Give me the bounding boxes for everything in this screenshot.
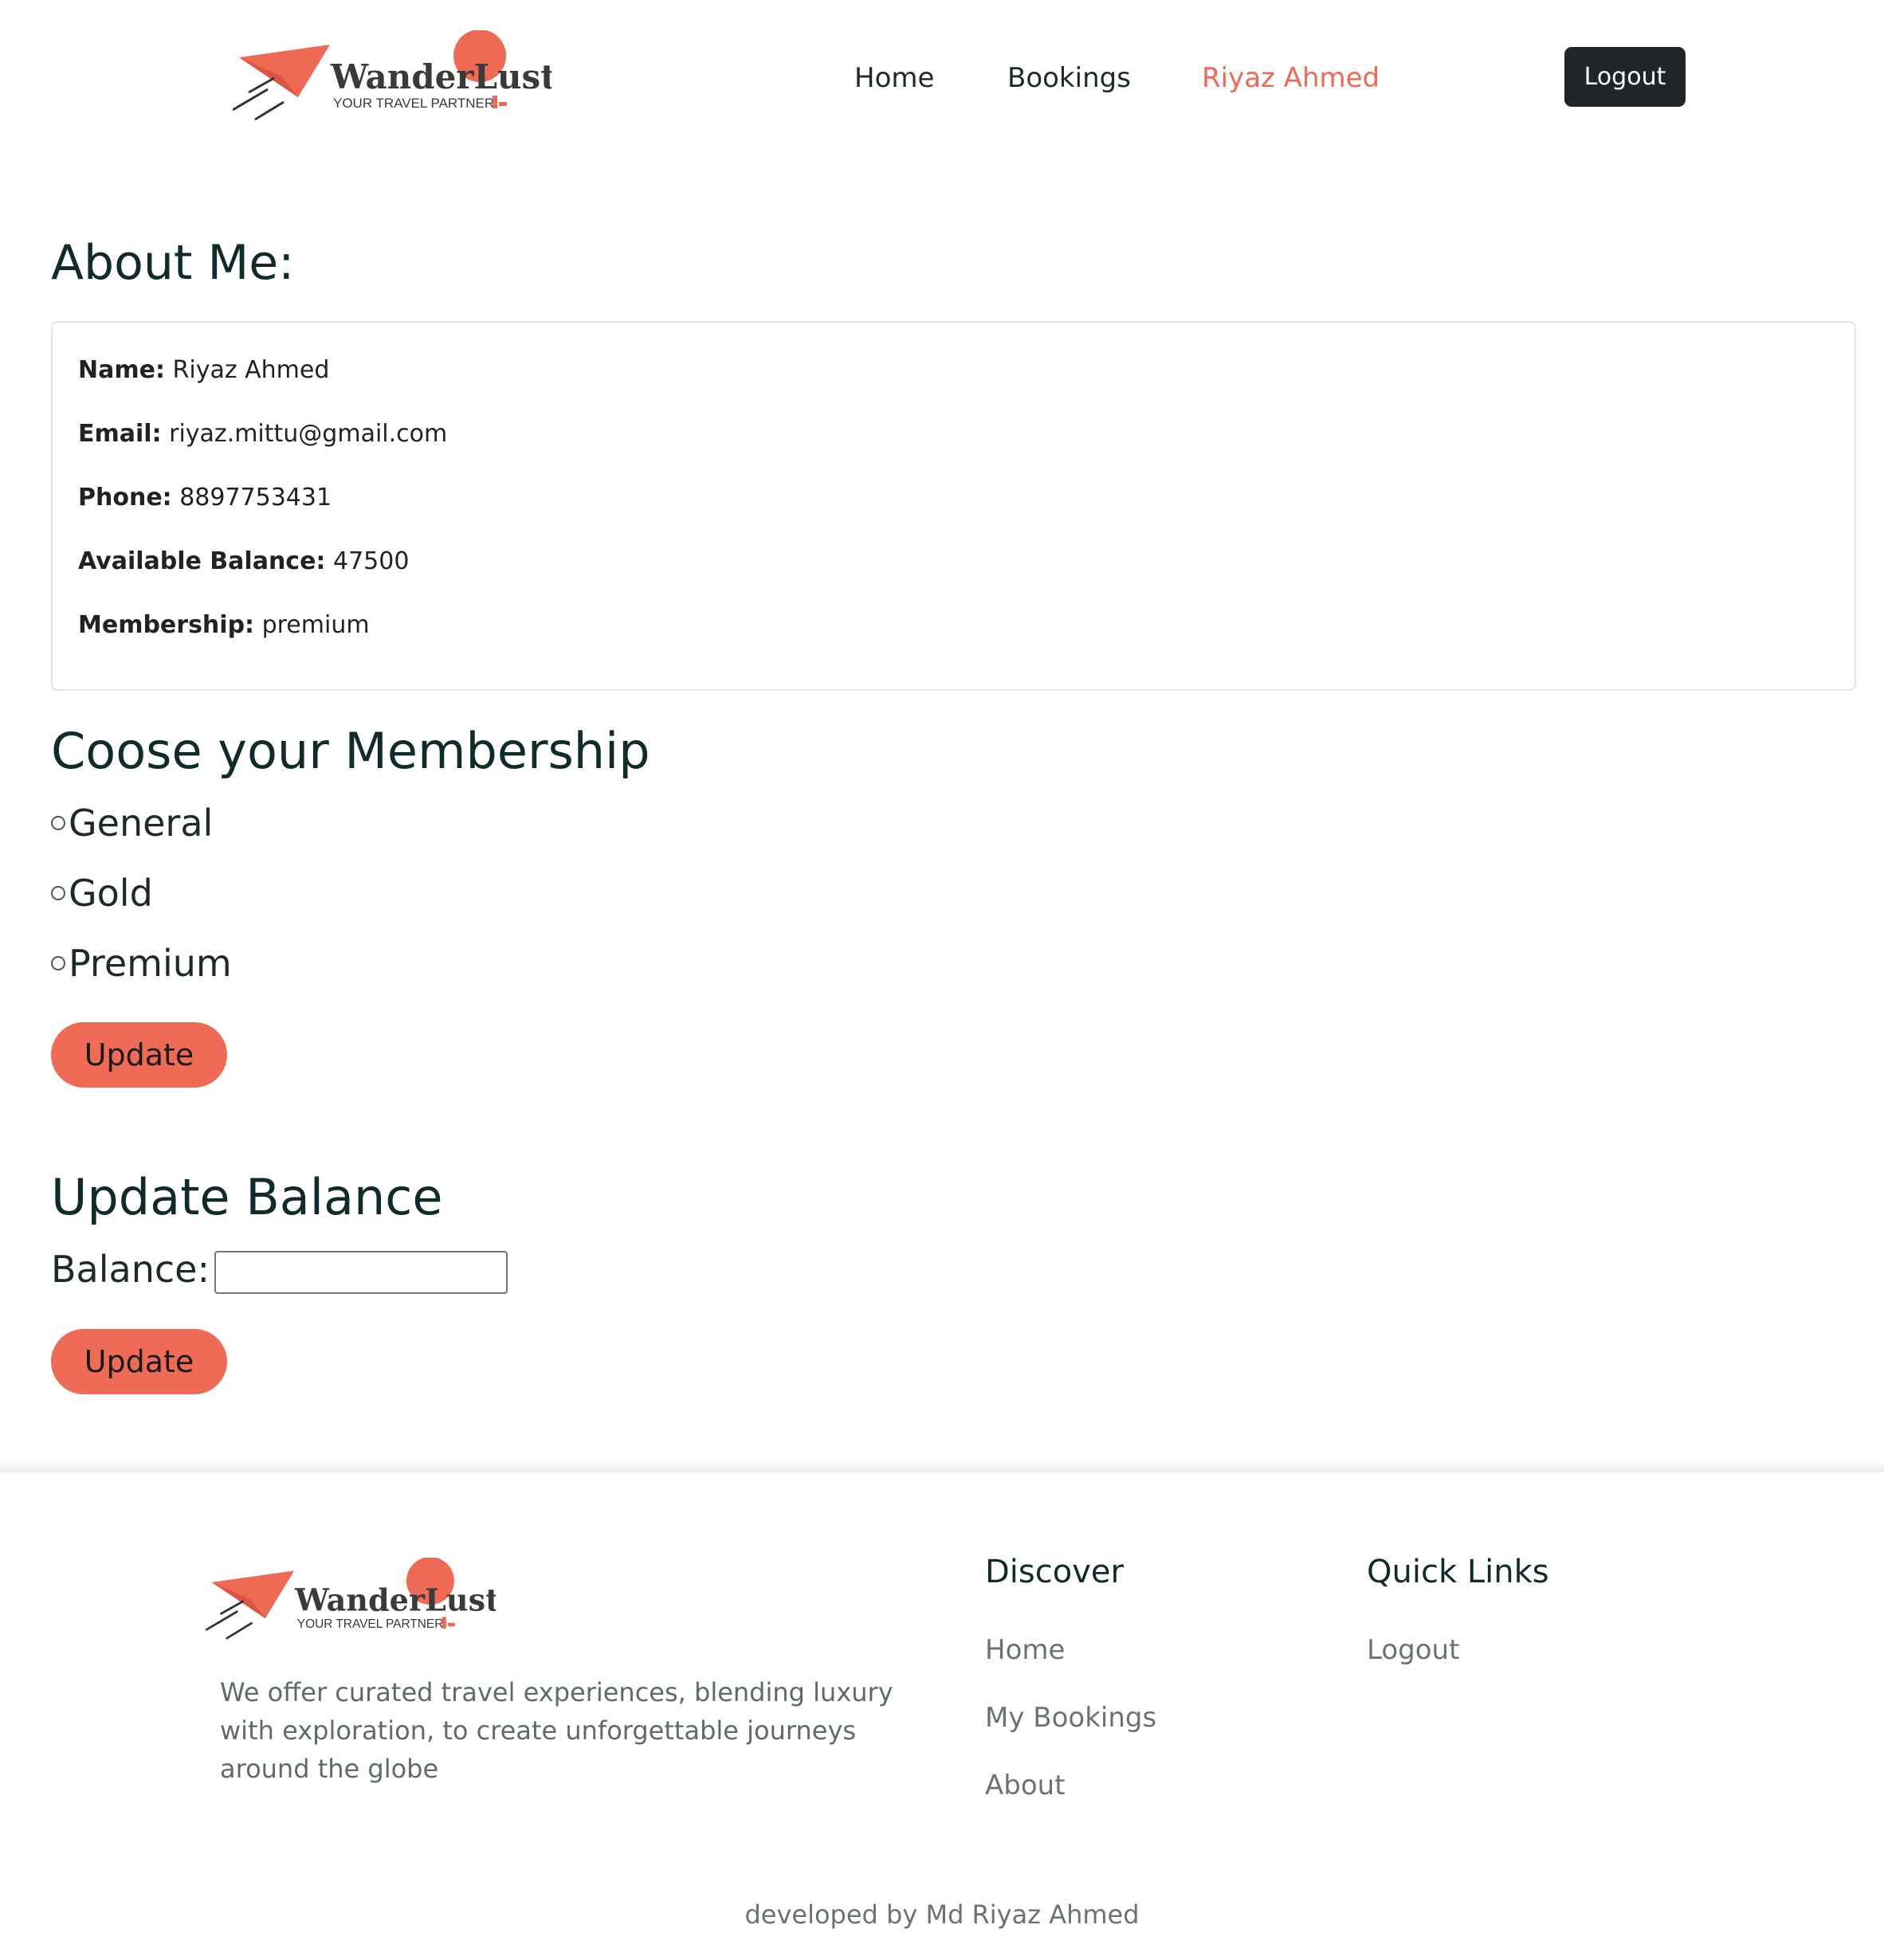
membership-value: premium <box>261 611 370 639</box>
balance-input[interactable] <box>214 1251 508 1294</box>
update-balance-heading: Update Balance <box>51 1168 443 1226</box>
brand-logo[interactable]: WanderLust YOUR TRAVEL PARTNER <box>233 30 551 126</box>
available-balance-value: 47500 <box>332 547 410 575</box>
update-membership-button[interactable]: Update <box>51 1022 227 1088</box>
email-label: Email: <box>78 420 162 448</box>
profile-name-row: Name: Riyaz Ahmed <box>78 353 329 388</box>
membership-option-gold[interactable]: Gold <box>51 871 153 915</box>
available-balance-label: Available Balance: <box>78 547 326 575</box>
nav-user-profile-link[interactable]: Riyaz Ahmed <box>1202 56 1380 100</box>
radio-button[interactable] <box>51 816 65 830</box>
footer-link-about[interactable]: About <box>985 1766 1066 1805</box>
logout-button[interactable]: Logout <box>1564 47 1686 107</box>
profile-membership-row: Membership: premium <box>78 608 370 643</box>
radio-button[interactable] <box>51 886 65 900</box>
footer-link-logout[interactable]: Logout <box>1367 1630 1459 1670</box>
about-me-heading: About Me: <box>51 235 295 291</box>
footer-brand-logo[interactable]: WanderLust YOUR TRAVEL PARTNER <box>206 1558 496 1644</box>
membership-heading: Coose your Membership <box>51 722 650 780</box>
membership-label: Membership: <box>78 611 255 639</box>
footer-discover-heading: Discover <box>985 1554 1124 1590</box>
membership-option-premium[interactable]: Premium <box>51 941 232 986</box>
profile-balance-row: Available Balance: 47500 <box>78 544 409 579</box>
footer-credit: developed by Md Riyaz Ahmed <box>744 1899 1140 1930</box>
phone-value: 8897753431 <box>179 484 332 512</box>
site-header: WanderLust YOUR TRAVEL PARTNER Home Book… <box>0 0 1884 159</box>
balance-field-label: Balance: <box>51 1248 210 1291</box>
brand-tagline: YOUR TRAVEL PARTNER <box>333 96 494 111</box>
email-value: riyaz.mittu@gmail.com <box>169 420 448 448</box>
membership-option-general[interactable]: General <box>51 801 213 845</box>
footer-description: We offer curated travel experiences, ble… <box>220 1677 893 1784</box>
profile-email-row: Email: riyaz.mittu@gmail.com <box>78 417 447 452</box>
profile-phone-row: Phone: 8897753431 <box>78 480 332 515</box>
footer-brand-tagline: YOUR TRAVEL PARTNER <box>297 1617 444 1631</box>
membership-option-label: General <box>69 802 214 845</box>
name-value: Riyaz Ahmed <box>172 356 330 384</box>
membership-option-label: Premium <box>69 942 232 985</box>
footer-link-home[interactable]: Home <box>985 1630 1065 1670</box>
membership-option-label: Gold <box>69 872 153 915</box>
footer-divider-shadow <box>0 1460 1884 1472</box>
update-balance-button[interactable]: Update <box>51 1329 227 1394</box>
nav-home-link[interactable]: Home <box>854 56 934 100</box>
radio-button[interactable] <box>51 956 65 970</box>
footer-brand-wordmark: WanderLust <box>294 1582 496 1617</box>
phone-label: Phone: <box>78 484 172 512</box>
brand-wordmark: WanderLust <box>330 57 551 96</box>
name-label: Name: <box>78 356 165 384</box>
footer-link-my-bookings[interactable]: My Bookings <box>985 1698 1156 1738</box>
footer-quick-links-heading: Quick Links <box>1367 1554 1549 1590</box>
nav-bookings-link[interactable]: Bookings <box>1007 56 1131 100</box>
profile-info-card: Name: Riyaz Ahmed Email: riyaz.mittu@gma… <box>51 321 1856 691</box>
